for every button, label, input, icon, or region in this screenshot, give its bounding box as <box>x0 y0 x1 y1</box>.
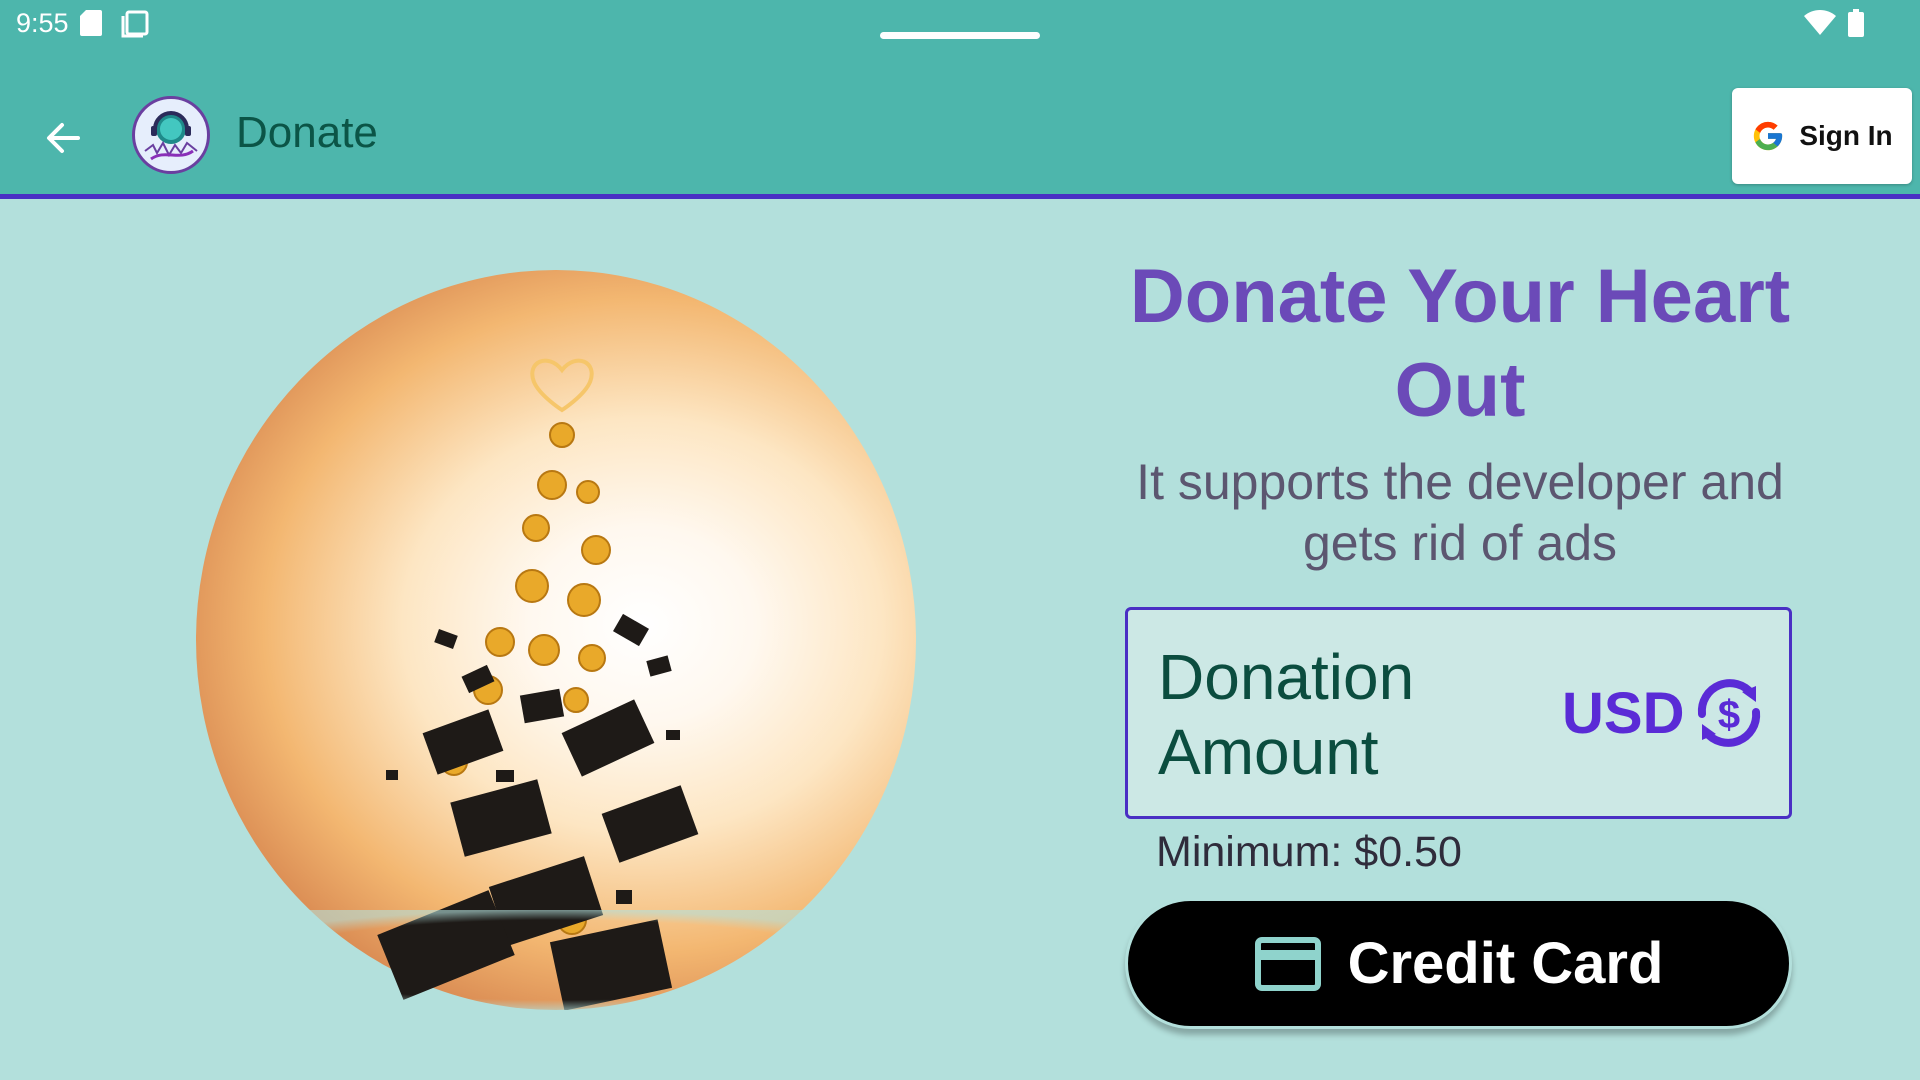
screenshot-icon <box>121 10 149 38</box>
battery-icon <box>1848 9 1864 37</box>
arrow-left-icon[interactable] <box>38 112 90 164</box>
google-g-icon <box>1754 121 1783 151</box>
currency-selector[interactable]: USD $ <box>1562 670 1772 756</box>
currency-code: USD <box>1562 680 1685 746</box>
page-title: Donate <box>236 108 378 157</box>
svg-text:$: $ <box>1718 693 1740 737</box>
minimum-amount-text: Minimum: $0.50 <box>1156 828 1462 876</box>
sign-in-label: Sign In <box>1799 120 1893 151</box>
credit-card-icon <box>1254 936 1321 991</box>
donation-illustration <box>196 270 916 1010</box>
sd-card-icon <box>80 10 102 36</box>
donation-amount-label: Donation Amount <box>1158 641 1415 788</box>
gesture-handle[interactable] <box>880 32 1040 39</box>
money-tree-image <box>196 358 916 1010</box>
app-bar: Donate Sign In <box>0 50 1920 199</box>
donation-amount-field[interactable]: Donation Amount USD $ <box>1125 607 1792 819</box>
headline: Donate Your Heart Out <box>1129 254 1791 433</box>
credit-card-label: Credit Card <box>1347 931 1664 996</box>
wifi-icon <box>1804 10 1836 35</box>
google-sign-in-button[interactable]: Sign In <box>1732 88 1912 184</box>
currency-swap-icon: $ <box>1698 679 1761 747</box>
subtitle: It supports the developer and gets rid o… <box>1136 454 1784 571</box>
credit-card-button[interactable]: Credit Card <box>1125 898 1792 1029</box>
status-bar: 9:55 <box>0 0 1920 50</box>
app-logo-icon <box>132 96 210 174</box>
status-time: 9:55 <box>16 8 69 38</box>
